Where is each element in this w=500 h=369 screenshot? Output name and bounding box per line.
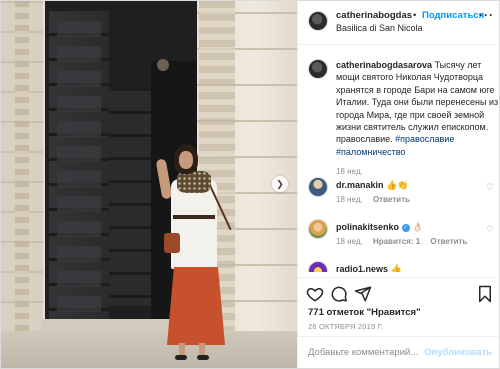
bookmark-icon[interactable] [476,285,494,303]
comment-body: 👍 [390,264,402,272]
comment-text: radio1.news 👍 [336,264,402,272]
comment-body: 👌🏻 [412,222,424,232]
comment-like-count[interactable]: Нравится: 1 [373,237,420,246]
list-item: radio1.news 👍 [308,261,498,272]
share-icon[interactable] [354,285,372,303]
reply-button[interactable]: Ответить [373,195,410,204]
woman-shoe [197,355,209,360]
comment-meta: 18 нед. Нравится: 1 Ответить [336,237,475,246]
reply-button[interactable]: Ответить [430,237,467,246]
comments-list[interactable]: catherinabogdasarova Тысячу лет мощи свя… [298,47,499,272]
heart-icon[interactable]: ♡ [486,182,496,192]
avatar[interactable] [308,11,328,31]
post-header: catherinabogdas • Подписаться Basilica d… [298,1,499,45]
separator-dot: • [413,10,417,21]
caption-text: catherinabogdasarova Тысячу лет мощи свя… [336,59,499,158]
caption-timestamp: 18 нед. [336,167,363,176]
comment-body: 👍👏 [386,180,409,190]
caption-username[interactable]: catherinabogdasarova [336,60,432,70]
comment-meta: 18 нед. Ответить [336,195,418,204]
list-item: polinakitsenko ✓ 👌🏻 18 нед. Нравится: 1 … [308,219,498,249]
avatar[interactable] [308,261,328,272]
verified-badge-icon: ✓ [401,223,410,232]
comment-timestamp: 18 нед. [336,195,363,204]
post-date: 26 ОКТЯБРЯ 2019 Г. [308,322,384,331]
follow-button[interactable]: Подписаться [422,10,484,21]
add-comment-bar: Опубликовать [298,336,499,368]
post-modal: ❯ catherinabogdas • Подписаться Basilica… [0,0,500,369]
woman-shoe [175,355,187,360]
woman-belt [173,215,215,219]
post-side-panel: catherinabogdas • Подписаться Basilica d… [297,1,499,368]
more-options-icon[interactable]: ··· [479,8,494,22]
list-item: dr.manakin 👍👏 18 нед. Ответить ♡ [308,177,498,207]
heart-icon[interactable]: ♡ [486,224,496,234]
heart-icon[interactable] [306,285,324,303]
hanging-lamp [157,59,169,71]
likes-count[interactable]: 771 отметок "Нравится" [308,307,421,318]
woman-bag [164,233,180,253]
comment-username[interactable]: dr.manakin [336,180,384,190]
caption-body: Тысячу лет мощи святого Николая Чудотвор… [336,60,499,145]
door-right [109,91,153,306]
door-panels [57,21,101,321]
comment-text: dr.manakin 👍👏 [336,180,408,191]
woman-scarf [177,171,211,193]
post-actions-bar [298,277,499,307]
comment-input[interactable] [308,347,428,358]
post-photo[interactable]: ❯ [1,1,297,368]
stone-floor [1,331,297,368]
comment-username[interactable]: polinakitsenko [336,222,399,232]
woman-face [179,151,193,169]
comment-timestamp: 18 нед. [336,237,363,246]
next-photo-arrow-icon[interactable]: ❯ [272,176,288,192]
avatar[interactable] [308,59,328,79]
post-comment-button[interactable]: Опубликовать [424,347,492,358]
location-link[interactable]: Basilica di San Nicola [336,23,423,33]
comment-icon[interactable] [330,285,348,303]
avatar[interactable] [308,219,328,239]
comment-text: polinakitsenko ✓ 👌🏻 [336,222,423,233]
avatar[interactable] [308,177,328,197]
comment-username[interactable]: radio1.news [336,264,388,272]
carved-trim-left [15,1,29,331]
header-username[interactable]: catherinabogdas [336,10,412,21]
woman-orange-skirt [167,267,225,345]
